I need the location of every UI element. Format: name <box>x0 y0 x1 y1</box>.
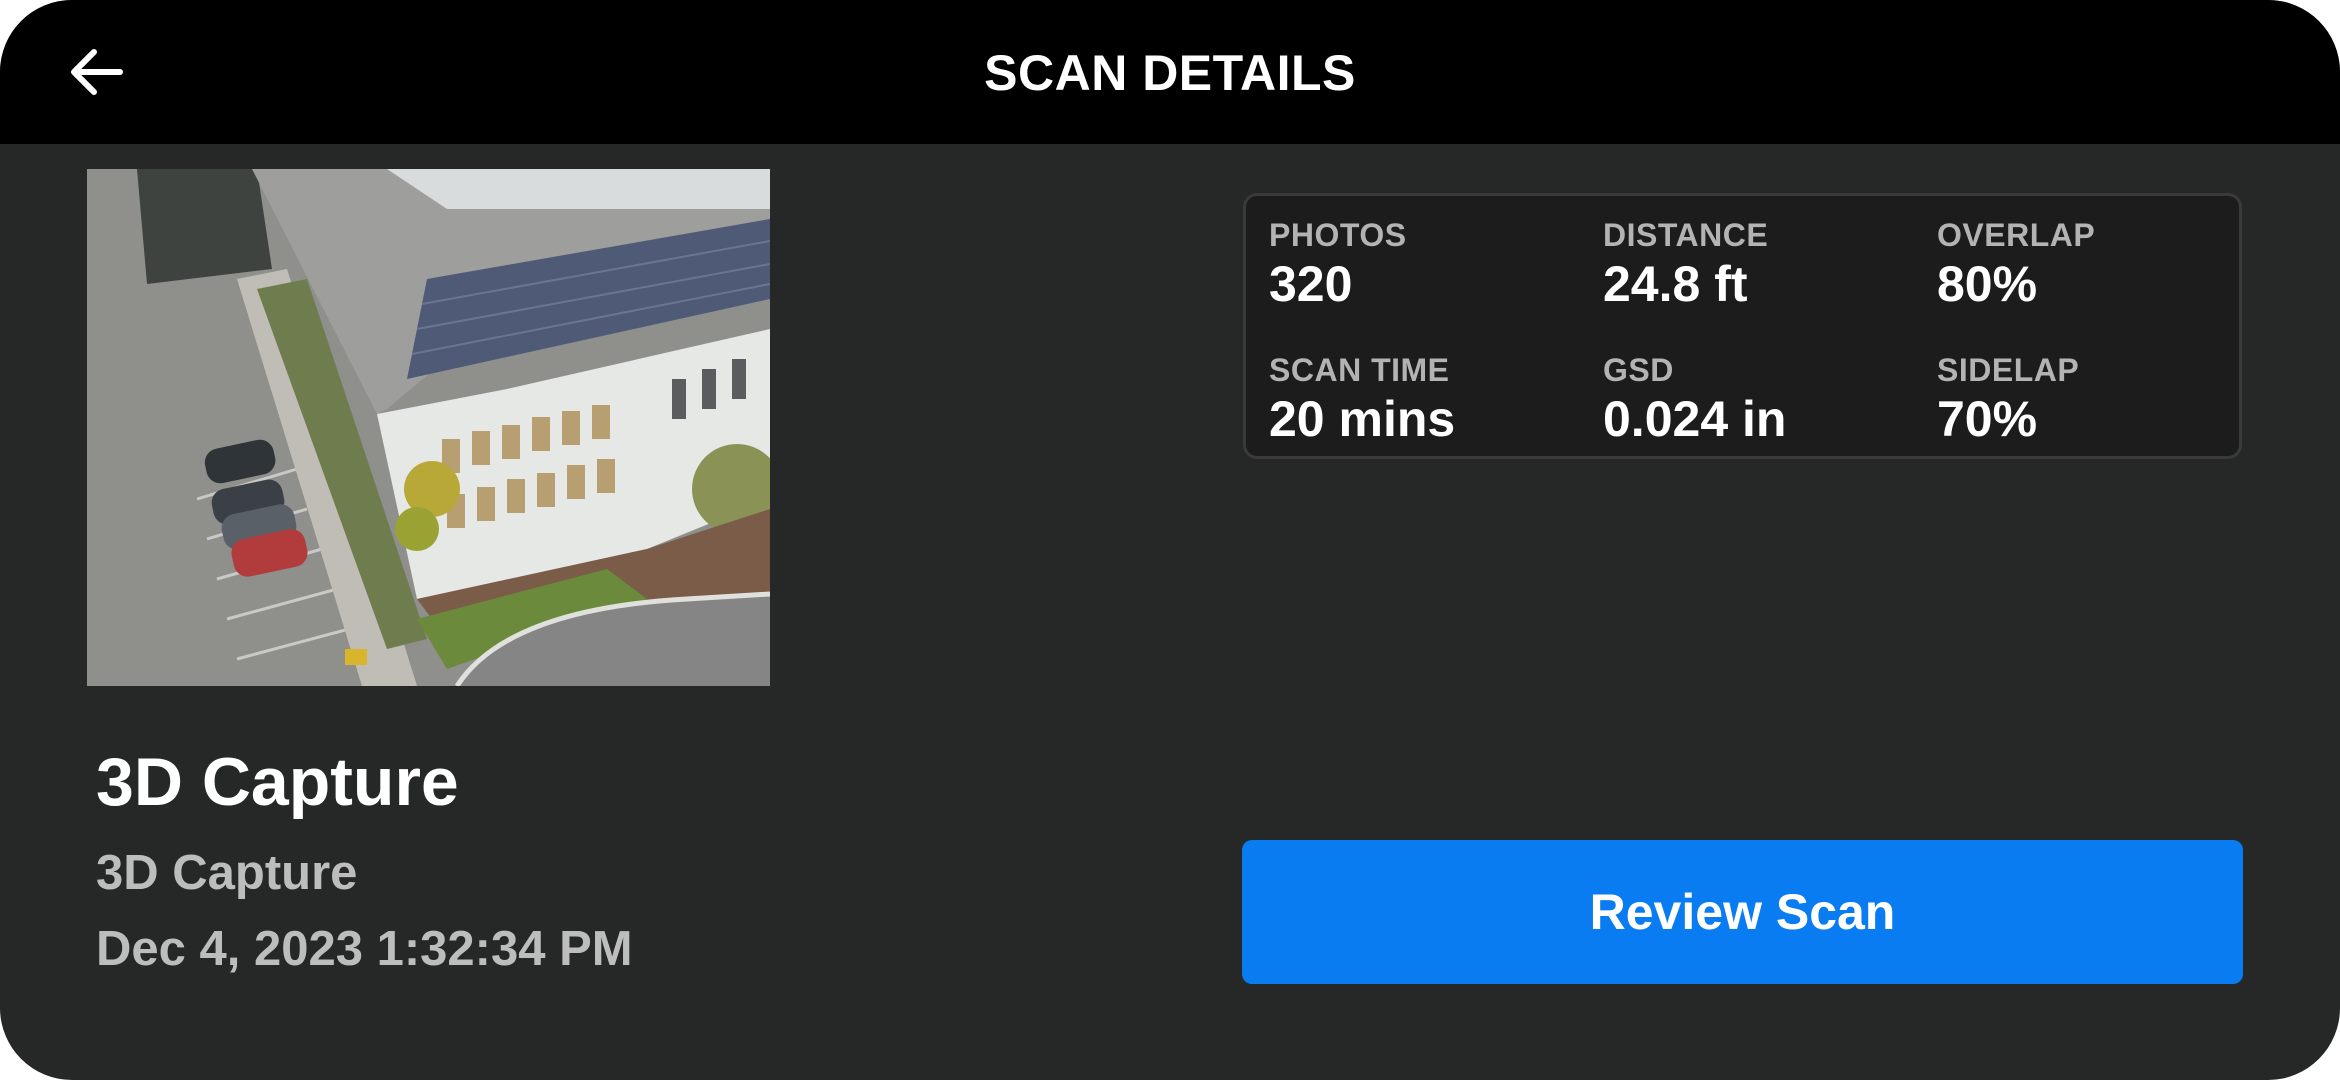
scan-title: 3D Capture <box>96 744 459 820</box>
stat-gsd: GSD 0.024 in <box>1603 351 1923 449</box>
stat-overlap: OVERLAP 80% <box>1937 216 2257 314</box>
stat-label: DISTANCE <box>1603 217 1769 253</box>
stat-distance: DISTANCE 24.8 ft <box>1603 216 1923 314</box>
stat-value: 24.8 ft <box>1603 256 1748 312</box>
stat-label: SCAN TIME <box>1269 352 1450 388</box>
back-button[interactable] <box>52 34 140 110</box>
arrow-left-icon <box>71 49 123 95</box>
stat-photos: PHOTOS 320 <box>1269 216 1589 314</box>
scan-type: 3D Capture <box>96 846 358 900</box>
aerial-building-photo <box>87 169 770 686</box>
review-scan-button[interactable]: Review Scan <box>1242 840 2243 984</box>
stat-label: OVERLAP <box>1937 217 2096 253</box>
stat-label: SIDELAP <box>1937 352 2080 388</box>
top-bar: SCAN DETAILS <box>0 0 2340 144</box>
scan-stats-panel: PHOTOS 320 DISTANCE 24.8 ft OVERLAP 80% … <box>1243 193 2242 459</box>
stat-label: GSD <box>1603 352 1674 388</box>
stat-value: 320 <box>1269 256 1353 312</box>
stat-value: 0.024 in <box>1603 391 1787 447</box>
stat-sidelap: SIDELAP 70% <box>1937 351 2257 449</box>
stat-scan-time: SCAN TIME 20 mins <box>1269 351 1589 449</box>
scan-thumbnail <box>87 169 770 686</box>
scan-date: Dec 4, 2023 1:32:34 PM <box>96 922 633 976</box>
stat-label: PHOTOS <box>1269 217 1407 253</box>
stat-value: 80% <box>1937 256 2038 312</box>
scan-details-screen: SCAN DETAILS 3D Capture 3D Capture Dec 4… <box>0 0 2340 1080</box>
page-title: SCAN DETAILS <box>984 45 1356 101</box>
stat-value: 20 mins <box>1269 391 1456 447</box>
stat-value: 70% <box>1937 391 2038 447</box>
